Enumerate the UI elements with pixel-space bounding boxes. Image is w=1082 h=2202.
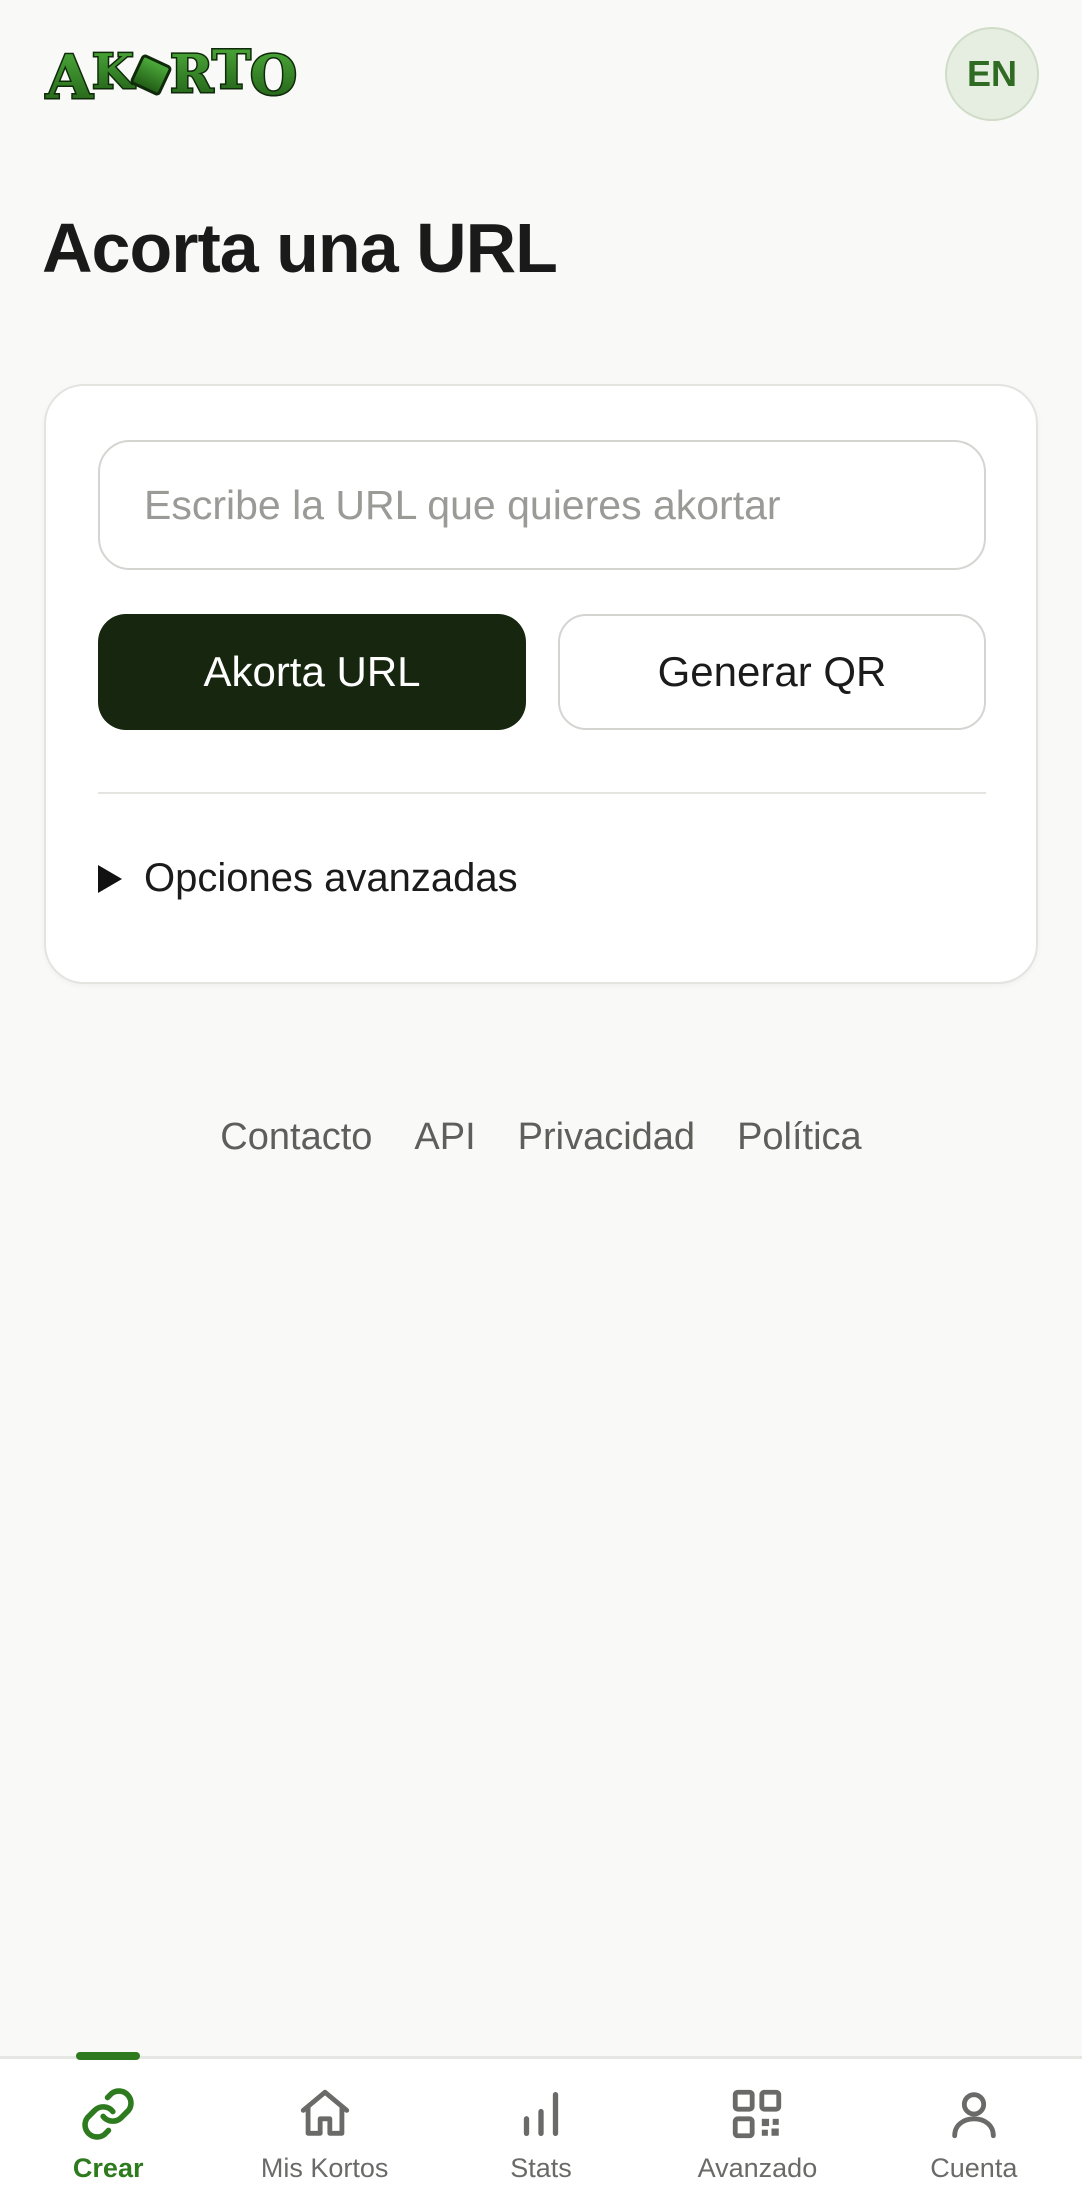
- shorten-card: Akorta URL Generar QR Opciones avanzadas: [44, 384, 1038, 984]
- generate-qr-button[interactable]: Generar QR: [558, 614, 986, 730]
- home-icon: [300, 2089, 349, 2136]
- triangle-right-icon: [98, 864, 122, 893]
- svg-text:R: R: [170, 44, 214, 105]
- nav-label: Cuenta: [930, 2153, 1018, 2183]
- language-switch-button[interactable]: EN: [945, 27, 1039, 121]
- advanced-options-label: Opciones avanzadas: [144, 856, 518, 900]
- footer-links: Contacto API Privacidad Política: [0, 1116, 1082, 1159]
- page-title: Acorta una URL: [42, 209, 558, 287]
- link-icon: [82, 2088, 134, 2140]
- footer-link-contacto[interactable]: Contacto: [220, 1116, 372, 1159]
- akorto-logo[interactable]: A K R T O: [44, 36, 306, 113]
- nav-item-cuenta[interactable]: Cuenta: [866, 2059, 1082, 2202]
- nav-item-avanzado[interactable]: Avanzado: [649, 2059, 865, 2202]
- nav-label: Avanzado: [697, 2153, 818, 2183]
- bar-chart-icon: [523, 2092, 559, 2136]
- svg-text:O: O: [250, 43, 297, 107]
- svg-text:T: T: [212, 40, 251, 101]
- nav-label: Mis Kortos: [260, 2153, 389, 2183]
- divider: [98, 792, 986, 794]
- nav-label: Stats: [510, 2153, 572, 2183]
- nav-item-crear[interactable]: Crear: [0, 2052, 216, 2202]
- nav-label: Crear: [72, 2153, 144, 2183]
- footer-link-politica[interactable]: Política: [737, 1116, 862, 1159]
- footer-link-api[interactable]: API: [414, 1116, 475, 1159]
- advanced-options-toggle[interactable]: Opciones avanzadas: [98, 856, 518, 901]
- nav-item-mis-kortos[interactable]: Mis Kortos: [216, 2059, 432, 2202]
- nav-item-stats[interactable]: Stats: [433, 2059, 649, 2202]
- bottom-nav: Crear Mis Kortos Stats Avanzado Cuenta: [0, 2052, 1082, 2202]
- active-indicator: [76, 2052, 141, 2060]
- user-icon: [952, 2092, 996, 2139]
- svg-text:A: A: [45, 43, 94, 112]
- shorten-url-button[interactable]: Akorta URL: [98, 614, 526, 730]
- svg-text:K: K: [92, 44, 136, 100]
- footer-link-privacidad[interactable]: Privacidad: [518, 1116, 695, 1159]
- page: A K R T O EN Acorta una URL Akorta URL G…: [0, 0, 1082, 2202]
- qr-code-icon: [733, 2089, 782, 2139]
- url-input[interactable]: [98, 440, 986, 570]
